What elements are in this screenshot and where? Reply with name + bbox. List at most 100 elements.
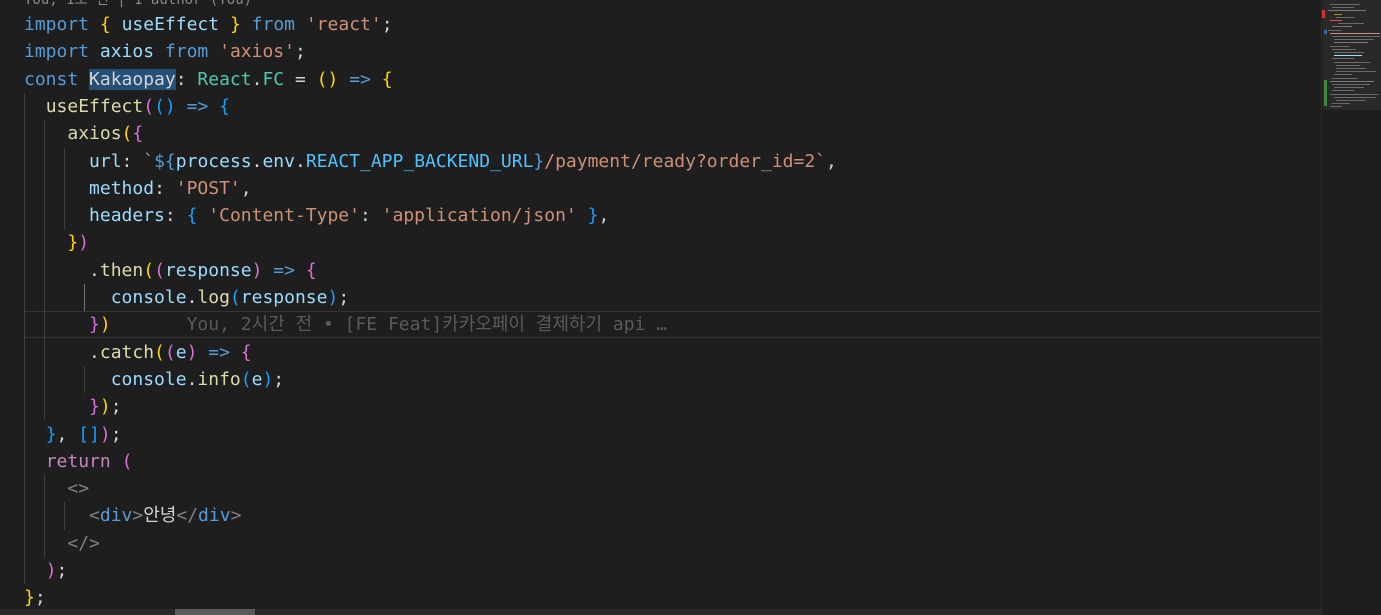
code-token: ; xyxy=(294,41,306,63)
minimap-line xyxy=(1332,36,1380,37)
indent-guide xyxy=(24,92,25,585)
code-token: ; xyxy=(273,368,285,390)
code-token: </> xyxy=(67,532,100,554)
minimap-line xyxy=(1334,96,1376,98)
code-token: log xyxy=(197,287,230,308)
code-token: => xyxy=(186,95,209,117)
code-line[interactable]: headers: { 'Content-Type': 'application/… xyxy=(0,202,609,229)
indent-guide xyxy=(44,475,45,557)
code-line[interactable]: import { useEffect } from 'react'; xyxy=(0,11,393,38)
minimap[interactable] xyxy=(1321,0,1381,615)
code-token: { xyxy=(132,123,144,145)
code-token: { xyxy=(240,341,252,363)
code-line[interactable]: }; xyxy=(0,584,46,611)
code-token: } xyxy=(24,587,35,609)
horizontal-scrollbar[interactable] xyxy=(0,609,1321,615)
code-line[interactable]: .catch((e) => { xyxy=(0,339,252,366)
minimap-line xyxy=(1334,61,1370,63)
code-token: > xyxy=(132,505,144,527)
code-line[interactable]: url: `${process.env.REACT_APP_BACKEND_UR… xyxy=(0,148,837,175)
code-token: useEffect xyxy=(121,14,220,35)
minimap-line xyxy=(1332,26,1352,28)
code-token: /payment/ready?order_id=2` xyxy=(544,150,827,172)
code-token: ( xyxy=(143,259,155,281)
code-token: } xyxy=(89,396,100,418)
indent-guide xyxy=(64,502,65,530)
code-token: , xyxy=(826,150,837,172)
code-token: 'Content-Type' xyxy=(208,205,360,227)
horizontal-scrollbar-thumb[interactable] xyxy=(175,609,255,615)
minimap-line xyxy=(1330,20,1342,21)
git-blame-annotation[interactable]: You, 2시간 전 • [FE Feat]카카오페이 결제하기 api … xyxy=(111,314,668,335)
code-token: console xyxy=(110,287,187,308)
minimap-line xyxy=(1330,45,1350,47)
code-token: } xyxy=(587,205,599,227)
code-token: () xyxy=(154,95,176,117)
code-token: const xyxy=(24,68,79,90)
code-token: { xyxy=(219,95,230,117)
code-token: from xyxy=(164,41,209,63)
minimap-change-marker xyxy=(1322,10,1325,18)
code-token: ( xyxy=(121,450,133,472)
code-line[interactable]: method: 'POST', xyxy=(0,175,252,202)
code-token: => xyxy=(349,68,371,90)
code-token: ; xyxy=(34,587,46,609)
code-token: 안녕 xyxy=(143,505,177,527)
code-token: { xyxy=(381,68,393,90)
indent-guide xyxy=(84,284,85,312)
code-line[interactable]: }); xyxy=(0,393,122,420)
code-token: ` xyxy=(143,150,155,172)
minimap-line xyxy=(1332,58,1354,60)
minimap-line xyxy=(1336,64,1360,66)
code-token: div xyxy=(99,505,133,527)
code-token: } xyxy=(533,150,545,172)
minimap-line xyxy=(1328,10,1366,12)
code-token: ( xyxy=(121,123,133,145)
code-token: . xyxy=(294,150,306,172)
code-line[interactable]: useEffect(() => { xyxy=(0,93,230,120)
code-token: . xyxy=(24,341,100,363)
code-token: import xyxy=(24,41,90,63)
code-token: : xyxy=(154,177,176,199)
code-line[interactable]: return ( xyxy=(0,448,133,475)
code-token: } xyxy=(67,232,79,254)
code-token: React xyxy=(197,68,252,90)
code-line[interactable]: const Kakaopay: React.FC = () => { xyxy=(0,66,393,93)
code-token: ) xyxy=(45,560,57,581)
code-token: axios xyxy=(99,41,155,63)
code-line[interactable]: ); xyxy=(0,557,68,584)
code-line[interactable]: <div>안녕</div> xyxy=(0,502,241,529)
minimap-line xyxy=(1332,103,1350,105)
code-line[interactable]: console.info(e); xyxy=(0,366,284,393)
code-token: : xyxy=(359,205,382,227)
code-token: headers xyxy=(89,205,165,227)
indent-guide xyxy=(84,365,85,394)
minimap-line xyxy=(1334,39,1374,41)
code-token: { xyxy=(305,259,317,281)
minimap-line xyxy=(1332,48,1356,50)
code-line[interactable]: </> xyxy=(0,530,100,557)
code-token: catch xyxy=(99,341,155,363)
code-line[interactable]: }) You, 2시간 전 • [FE Feat]카카오페이 결제하기 api … xyxy=(24,311,1321,339)
code-token: ; xyxy=(110,396,122,418)
code-line[interactable]: .then((response) => { xyxy=(0,257,317,284)
code-line[interactable]: axios({ xyxy=(0,120,143,147)
code-token: ( xyxy=(154,341,165,363)
code-token: ( xyxy=(164,341,176,363)
code-line[interactable]: console.log(response); xyxy=(0,284,349,311)
minimap-line xyxy=(1332,84,1370,85)
code-token: . xyxy=(186,287,198,308)
code-line[interactable]: }, []); xyxy=(0,421,122,448)
code-token: ) xyxy=(99,423,111,445)
code-token: useEffect xyxy=(45,95,144,117)
minimap-line xyxy=(1332,90,1354,92)
codelens-author[interactable]: You, 1초 전 | 1 author (You) xyxy=(24,0,252,9)
code-editor[interactable]: You, 1초 전 | 1 author (You) import { useE… xyxy=(0,0,1321,615)
code-line[interactable]: import axios from 'axios'; xyxy=(0,38,306,65)
